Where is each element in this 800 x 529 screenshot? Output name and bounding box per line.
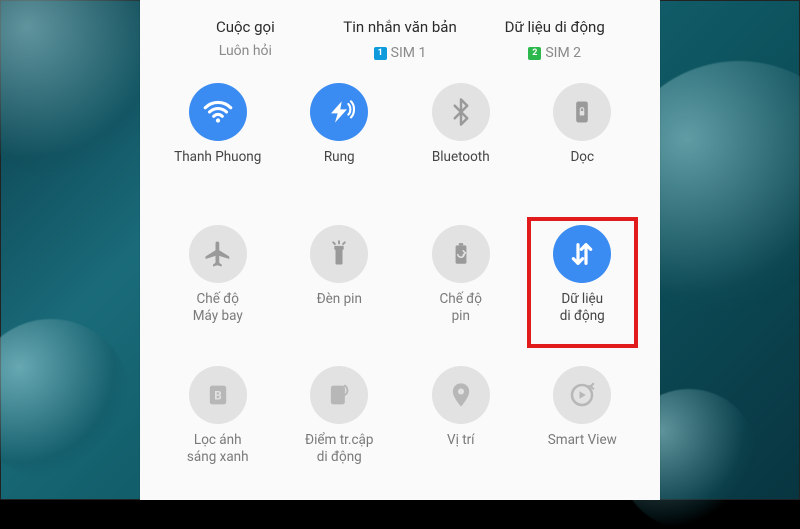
tile-mobile-hotspot[interactable]: Điểm tr.cậpdi động: [282, 362, 398, 494]
tile-vibrate[interactable]: Rung: [282, 79, 398, 211]
highlight-box: [527, 217, 639, 349]
tile-airplane-mode[interactable]: Chế độMáy bay: [160, 221, 276, 353]
hotspot-icon: [310, 366, 368, 424]
sim-slot-calls[interactable]: Cuộc gọi Luôn hỏi: [168, 18, 323, 61]
sim-badge-1-icon: 1: [374, 47, 387, 60]
sim-slot-data[interactable]: Dữ liệu di động 2 SIM 2: [477, 18, 632, 61]
tile-label: Dọc: [570, 149, 594, 166]
location-icon: [432, 366, 490, 424]
tile-label: Thanh Phuong: [174, 149, 261, 166]
tile-location[interactable]: Vị trí: [403, 362, 519, 494]
sim-slot-title: Tin nhắn văn bản: [323, 18, 478, 36]
airplane-icon: [189, 225, 247, 283]
portrait-lock-icon: [553, 83, 611, 141]
tile-label: Rung: [324, 149, 355, 166]
sim-header-row: Cuộc gọi Luôn hỏi Tin nhắn văn bản 1 SIM…: [158, 18, 642, 79]
quick-settings-grid: Thanh Phuong Rung Bluetooth Dọc: [158, 79, 642, 494]
tile-label: Vị trí: [447, 432, 475, 449]
tile-label: Chế độpin: [440, 291, 483, 325]
tile-battery-saver[interactable]: Chế độpin: [403, 221, 519, 353]
flashlight-icon: [310, 225, 368, 283]
tile-bluetooth[interactable]: Bluetooth: [403, 79, 519, 211]
quick-settings-panel: Cuộc gọi Luôn hỏi Tin nhắn văn bản 1 SIM…: [140, 0, 660, 500]
battery-saver-icon: [432, 225, 490, 283]
smart-view-icon: [553, 366, 611, 424]
tile-mobile-data[interactable]: Dữ liệudi động: [525, 221, 641, 353]
svg-text:B: B: [214, 389, 221, 403]
tile-portrait-lock[interactable]: Dọc: [525, 79, 641, 211]
tile-blue-light-filter[interactable]: B Lọc ánhsáng xanh: [160, 362, 276, 494]
sim-badge-2-icon: 2: [528, 47, 541, 60]
bluetooth-icon: [432, 83, 490, 141]
tile-label: Đèn pin: [317, 291, 362, 308]
sim-slot-sub: 1 SIM 1: [374, 45, 427, 61]
sim-slot-sub: 2 SIM 2: [528, 45, 581, 61]
tile-label: Smart View: [548, 432, 617, 449]
sim-slot-title: Cuộc gọi: [168, 18, 323, 36]
sim-slot-sms[interactable]: Tin nhắn văn bản 1 SIM 1: [323, 18, 478, 61]
tile-wifi[interactable]: Thanh Phuong: [160, 79, 276, 211]
vibrate-icon: [310, 83, 368, 141]
wallpaper-background: Cuộc gọi Luôn hỏi Tin nhắn văn bản 1 SIM…: [0, 0, 800, 500]
tile-flashlight[interactable]: Đèn pin: [282, 221, 398, 353]
sim-slot-sub: Luôn hỏi: [219, 43, 272, 59]
sim-slot-title: Dữ liệu di động: [477, 18, 632, 36]
wifi-icon: [189, 83, 247, 141]
blue-light-icon: B: [189, 366, 247, 424]
tile-label: Điểm tr.cậpdi động: [305, 432, 373, 466]
tile-smart-view[interactable]: Smart View: [525, 362, 641, 494]
tile-label: Chế độMáy bay: [193, 291, 243, 325]
tile-label: Bluetooth: [432, 149, 490, 166]
tile-label: Lọc ánhsáng xanh: [187, 432, 249, 466]
